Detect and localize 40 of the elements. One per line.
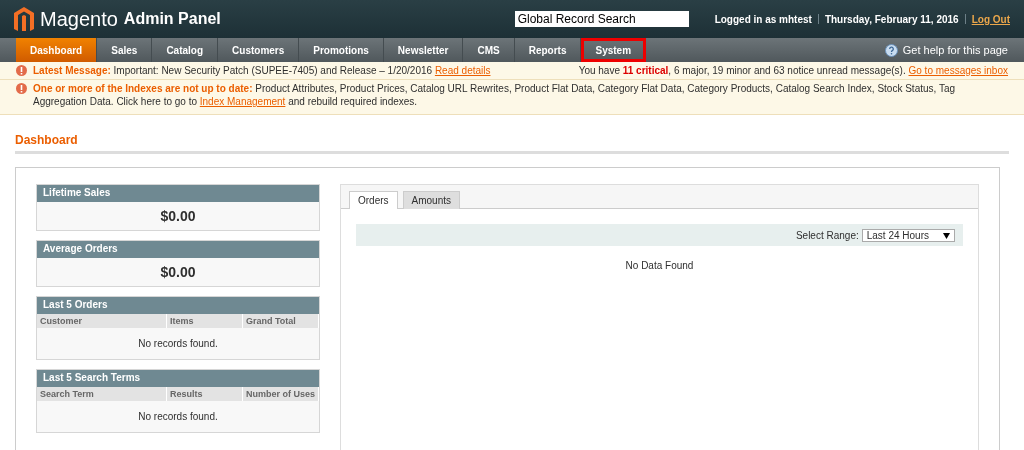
- empty-message: No Data Found: [624, 260, 695, 271]
- user-label: Logged in as mhtest: [714, 13, 812, 25]
- nav-tab[interactable]: Dashboard: [16, 38, 98, 62]
- search-field[interactable]: Global Record Search: [514, 11, 689, 27]
- help-icon: [884, 43, 898, 57]
- error-icon: [16, 65, 27, 76]
- stat-value: $0.00: [159, 263, 197, 282]
- dropdown-icon: [943, 232, 950, 239]
- stat-value: $0.00: [159, 207, 197, 226]
- help-link[interactable]: Get help for this page: [902, 44, 1008, 56]
- column-header: Items: [167, 314, 243, 328]
- card-title: Last 5 Orders: [37, 297, 319, 314]
- page-title: Dashboard: [15, 133, 1009, 154]
- card-title: Last 5 Search Terms: [37, 370, 319, 387]
- chart-tab[interactable]: Amounts: [402, 191, 461, 209]
- app-subtitle: Admin Panel: [123, 10, 221, 28]
- nav-tab[interactable]: System: [581, 38, 647, 62]
- index-management-link[interactable]: Index Management: [199, 96, 286, 107]
- range-select[interactable]: Last 24 Hours: [861, 228, 955, 242]
- empty-message: No records found.: [137, 337, 219, 351]
- column-header: Number of Uses: [243, 387, 320, 401]
- column-header: Results: [167, 387, 243, 401]
- card-title: Average Orders: [37, 241, 319, 258]
- card-title: Lifetime Sales: [37, 185, 319, 202]
- empty-message: No records found.: [137, 410, 219, 424]
- inbox-link[interactable]: Go to messages inbox: [908, 65, 1008, 76]
- logo-text: Magento: [40, 7, 118, 31]
- logout-link[interactable]: Log Out: [971, 13, 1010, 25]
- messages-summary: You have 11 critical, 6 major, 19 minor and 63 notice unread message(s). Go to messages inbox: [578, 64, 1008, 77]
- index-message: One or more of the Indexes are not up to date: Product Attributes, Product Prices, Catalog URL Rewrites, Product Flat Data, Category Flat Data, Category Products, Catalog Search Index, Stock Status, Tag Aggregation Data. Click here to go to Index Management and rebuild required indexes.: [33, 82, 957, 108]
- latest-message: Latest Message: Important: New Security Patch (SUPEE-7405) and Release – 1/20/2016 Read details: [33, 64, 491, 77]
- range-label: Select Range:: [795, 229, 859, 241]
- column-header: Search Term: [37, 387, 167, 401]
- logo-icon: [14, 7, 34, 31]
- error-icon: [16, 83, 27, 94]
- date-label: Thursday, February 11, 2016: [824, 13, 959, 25]
- column-header: Customer: [37, 314, 167, 328]
- column-header: Grand Total: [243, 314, 319, 328]
- read-details-link[interactable]: Read details: [434, 65, 491, 76]
- chart-tab[interactable]: Orders: [349, 191, 398, 209]
